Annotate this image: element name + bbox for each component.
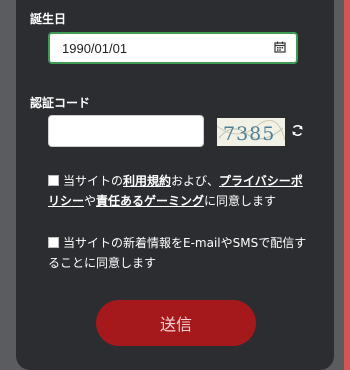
newsletter-consent-checkbox[interactable]: [48, 237, 59, 248]
dob-input[interactable]: 1990/01/01: [48, 32, 298, 64]
terms-consent-checkbox[interactable]: [48, 175, 59, 186]
submit-button[interactable]: 送信: [96, 300, 256, 346]
terms-consent: 当サイトの利用規約および、プライバシーポリシーや責任あるゲーミングに同意します: [48, 171, 310, 211]
captcha-image: 7385: [217, 118, 285, 146]
captcha-text: 7385: [223, 123, 275, 145]
newsletter-consent-text: 当サイトの新着情報をE-mailやSMSで配信することに同意します: [48, 236, 307, 270]
terms-text-3: や: [84, 194, 97, 208]
dob-label: 誕生日: [30, 12, 67, 26]
verification-code-label: 認証コード: [30, 96, 91, 110]
page-edge-accent: [344, 0, 350, 370]
terms-text-1: 当サイトの: [63, 174, 124, 188]
terms-of-use-link[interactable]: 利用規約: [123, 174, 171, 188]
verification-code-input[interactable]: [48, 115, 204, 147]
terms-text-4: に同意します: [204, 194, 277, 208]
responsible-gaming-link[interactable]: 責任あるゲーミング: [96, 194, 204, 208]
calendar-icon[interactable]: [274, 41, 286, 53]
terms-text-2: および、: [171, 174, 220, 188]
newsletter-consent: 当サイトの新着情報をE-mailやSMSで配信することに同意します: [48, 233, 310, 273]
dob-value: 1990/01/01: [62, 40, 128, 56]
refresh-icon[interactable]: [291, 124, 304, 137]
